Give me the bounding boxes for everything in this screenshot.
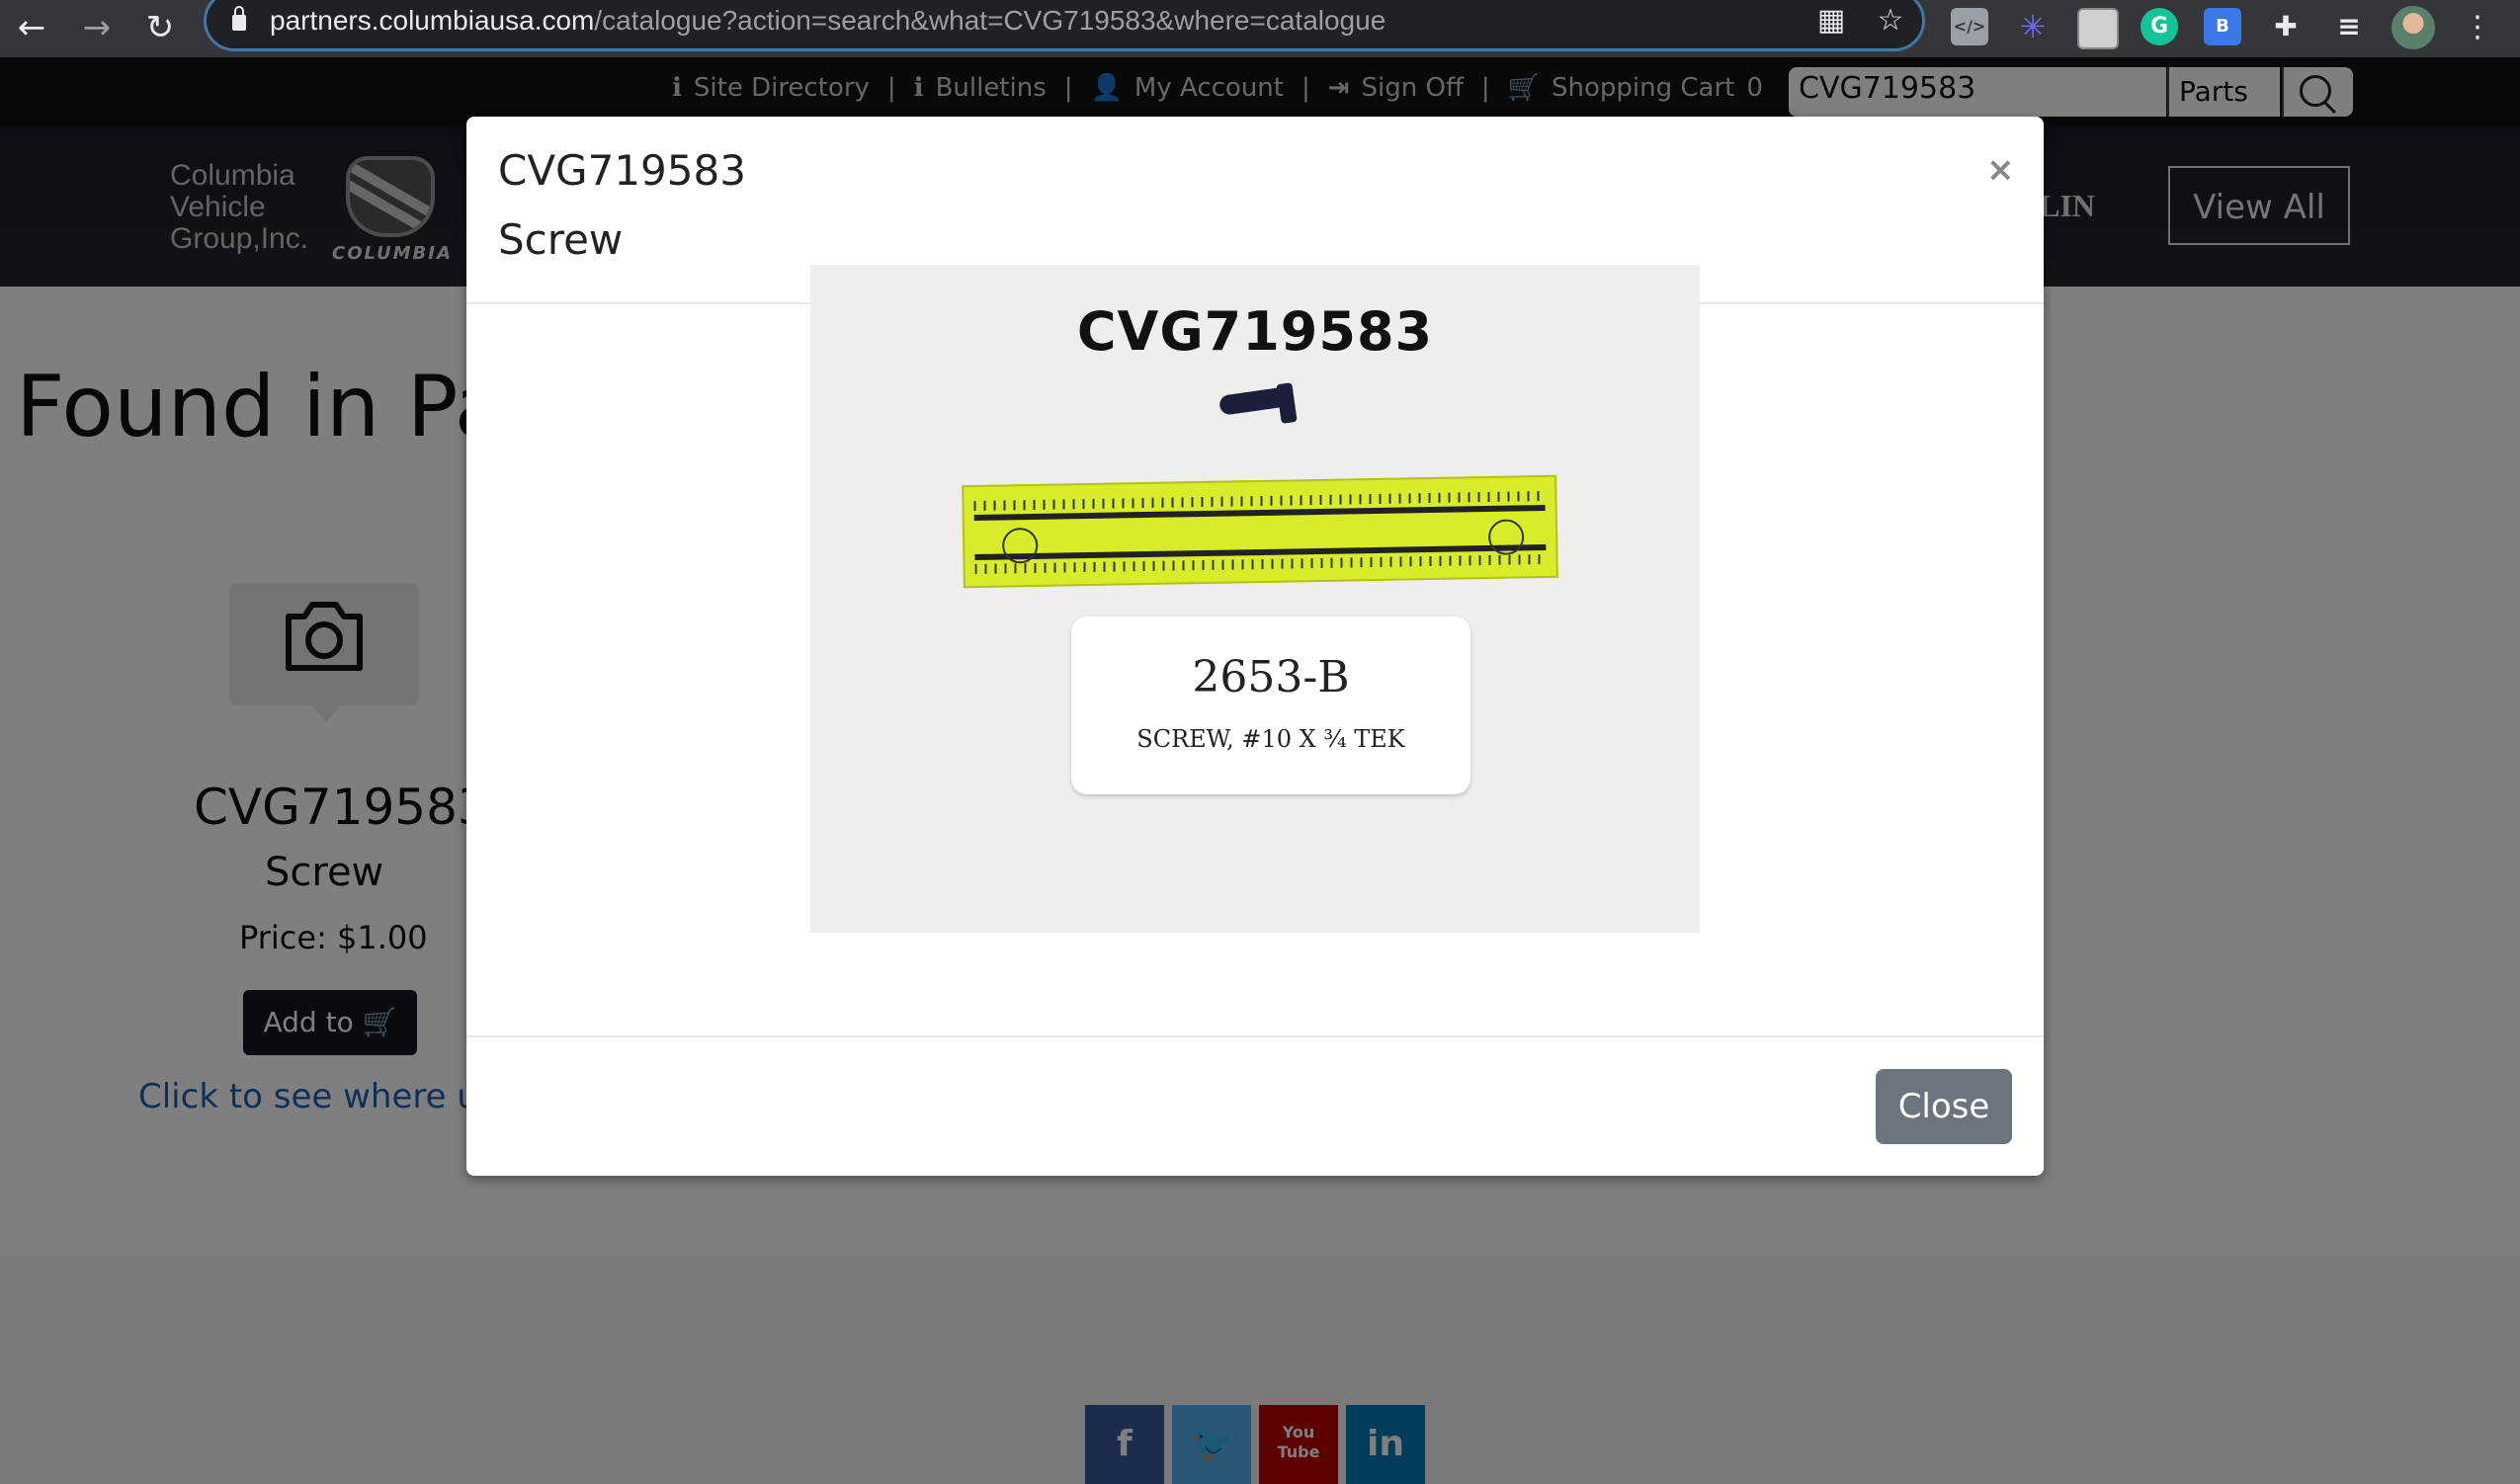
url-text[interactable]: partners.columbiausa.com/catalogue?actio…: [270, 5, 1386, 37]
ruler-band: [974, 543, 1547, 561]
menu-kebab-icon[interactable]: ⋮: [2463, 8, 2492, 47]
modal-title-code: CVG719583: [498, 146, 746, 195]
address-bar[interactable]: partners.columbiausa.com/catalogue?actio…: [204, 0, 1925, 51]
label-description: SCREW, #10 X ¾ TEK: [1136, 725, 1405, 753]
media-queue-icon[interactable]: ≡: [2330, 8, 2368, 45]
lock-icon[interactable]: [232, 6, 246, 31]
extension-tag-icon[interactable]: B: [2204, 8, 2241, 45]
reload-icon[interactable]: ↻: [140, 8, 180, 47]
label-number: 2653-B: [1192, 652, 1350, 702]
ruler-band: [973, 504, 1546, 522]
modal-footer: Close: [466, 1035, 2044, 1178]
back-icon[interactable]: ←: [12, 8, 51, 47]
screw-head-image: [1276, 382, 1298, 424]
photo-part-code: CVG719583: [1076, 300, 1434, 363]
product-image-modal: CVG719583 Screw × CVG719583 2653-B SCREW…: [466, 117, 2044, 1176]
browser-toolbar: ← → ↻ partners.columbiausa.com/catalogue…: [0, 0, 2520, 57]
close-button[interactable]: Close: [1876, 1069, 2012, 1144]
extension-chrome-icon[interactable]: [2077, 8, 2119, 49]
extension-sparkle-icon[interactable]: ✳: [2014, 8, 2052, 45]
extensions-puzzle-icon[interactable]: ✚: [2267, 8, 2305, 45]
product-photo: CVG719583 2653-B SCREW, #10 X ¾ TEK: [810, 265, 1700, 933]
forward-icon[interactable]: →: [77, 8, 117, 47]
modal-title-name: Screw: [498, 215, 624, 264]
url-path: /catalogue?action=search&what=CVG719583&…: [594, 5, 1386, 36]
grammarly-icon[interactable]: G: [2141, 8, 2178, 45]
profile-avatar[interactable]: [2392, 6, 2435, 49]
part-label: 2653-B SCREW, #10 X ¾ TEK: [1071, 617, 1470, 794]
close-icon[interactable]: ×: [1986, 150, 2015, 190]
bookmark-star-icon[interactable]: ☆: [1871, 1, 1910, 41]
ruler-image: [962, 474, 1558, 589]
qr-icon[interactable]: ▦: [1811, 1, 1851, 41]
extension-code-icon[interactable]: </>: [1951, 8, 1988, 45]
url-host: partners.columbiausa.com: [270, 5, 595, 36]
